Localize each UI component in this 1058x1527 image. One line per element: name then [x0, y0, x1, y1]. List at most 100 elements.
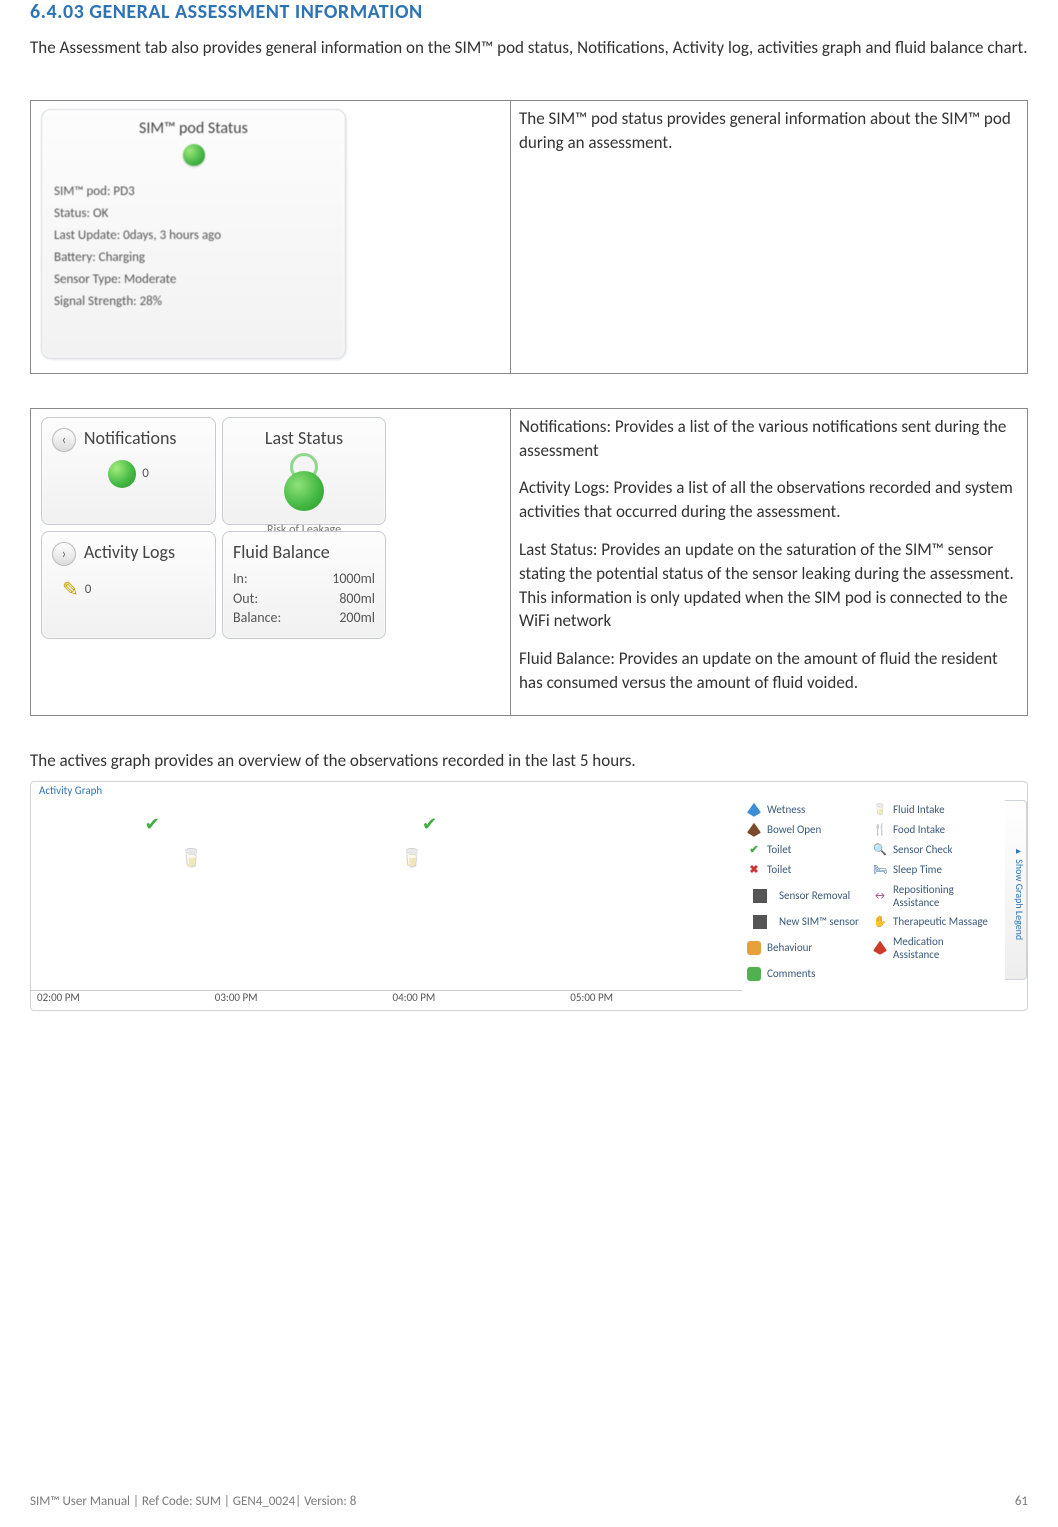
- status-description: The SIM™ pod status provides general inf…: [519, 107, 1019, 155]
- legend-item: 🔍 Sensor Check: [869, 840, 995, 860]
- last-status-tile[interactable]: Last Status Risk of Leakage: [222, 417, 386, 525]
- fluid-intake-cup-icon: 🥛: [180, 847, 202, 869]
- actives-graph-text: The actives graph provides an overview o…: [30, 750, 1028, 771]
- legend-label: Medication Assistance: [893, 935, 991, 961]
- status-indicator-icon: [183, 144, 205, 166]
- toilet-check-icon: ✔: [145, 813, 160, 835]
- legend-label: Wetness: [767, 803, 805, 816]
- chevron-left-icon[interactable]: ‹: [52, 428, 76, 452]
- fb-in-val: 1000ml: [332, 569, 375, 589]
- activity-graph-title[interactable]: Activity Graph: [39, 784, 102, 797]
- page-footer: SIM™ User Manual | Ref Code: SUM | GEN4_…: [30, 1494, 1028, 1509]
- repos-icon: ↔: [873, 889, 887, 903]
- legend-item: ✋Therapeutic Massage: [869, 912, 995, 932]
- toilet-check-icon: ✔: [422, 813, 437, 835]
- med-icon: [873, 941, 887, 955]
- sleep-icon: 🛏: [873, 863, 887, 877]
- show-graph-legend-tab[interactable]: ▸ Show Graph Legend: [1005, 800, 1027, 980]
- legend-item: 🍴 Food Intake: [869, 820, 995, 840]
- legend-item: Sensor Removal: [743, 880, 869, 912]
- tiles-info-table: ‹ Notifications 0 Last Status R: [30, 408, 1028, 716]
- activity-graph-area: ✔ 🥛 ✔ 🥛: [31, 802, 742, 990]
- activity-logs-count: 0: [85, 581, 92, 599]
- status-image-cell: SIM™ pod Status SIM™ pod: PD3 Status: OK…: [31, 100, 511, 373]
- fluid-balance-tile[interactable]: Fluid Balance In: 1000ml Out: 800ml Balanc…: [222, 531, 386, 639]
- drop-brown-icon: [747, 823, 761, 837]
- status-info-table: SIM™ pod Status SIM™ pod: PD3 Status: OK…: [30, 100, 1028, 374]
- last-status-label: Last Status: [233, 426, 375, 451]
- bar-icon: [753, 915, 767, 929]
- activity-graph-xaxis: 02:00 PM 03:00 PM 04:00 PM 05:00 PM: [31, 990, 742, 1008]
- pencil-icon: ✎: [62, 576, 79, 604]
- xaxis-tick: 02:00 PM: [31, 991, 209, 1008]
- legend-label: Food Intake: [893, 823, 945, 836]
- sensor-status-icon: [284, 453, 324, 511]
- fluid-balance-label: Fluid Balance: [233, 540, 375, 565]
- legend-item: ✖ Toilet: [743, 860, 869, 880]
- legend-label: Therapeutic Massage: [893, 915, 988, 928]
- notification-count: 0: [142, 465, 149, 483]
- chk-icon: ✔: [747, 843, 761, 857]
- legend-item: 🛏 Sleep Time: [869, 860, 995, 880]
- legend-item: ✔Toilet: [743, 840, 869, 860]
- fork-icon: 🍴: [873, 823, 887, 837]
- legend-item: Behaviour: [743, 932, 869, 964]
- beh-icon: [747, 941, 761, 955]
- srch-icon: 🔍: [873, 843, 887, 857]
- cupic-icon: 🥛: [873, 803, 887, 817]
- xaxis-tick: 04:00 PM: [387, 991, 565, 1008]
- legend-label: Toilet: [767, 863, 791, 876]
- legend-label: Sleep Time: [893, 863, 942, 876]
- legend-label: New SIM™ sensor: [779, 915, 859, 928]
- section-heading: 6.4.03 GENERAL ASSESSMENT INFORMATION: [30, 0, 1028, 24]
- activity-graph-panel: Activity Graph ✔ 🥛 ✔ 🥛 02:00 PM 03:00 PM…: [30, 781, 1028, 1011]
- legend-label: Fluid Intake: [893, 803, 945, 816]
- fb-bal-val: 200ml: [339, 608, 375, 628]
- activity-logs-tile[interactable]: › Activity Logs ✎ 0: [41, 531, 216, 639]
- status-signal-line: Signal Strength: 28%: [54, 291, 333, 313]
- fb-out-val: 800ml: [339, 589, 375, 609]
- status-description-cell: The SIM™ pod status provides general inf…: [511, 100, 1028, 373]
- notifications-tile[interactable]: ‹ Notifications 0: [41, 417, 216, 525]
- legend-label: Sensor Removal: [779, 889, 850, 902]
- status-ok-line: Status: OK: [54, 203, 333, 225]
- fluid-intake-cup-icon: 🥛: [401, 847, 423, 869]
- notifications-label: Notifications: [84, 427, 177, 449]
- intro-paragraph: The Assessment tab also provides general…: [30, 36, 1028, 60]
- cmt-icon: [747, 967, 761, 981]
- fb-out-label: Out:: [233, 589, 258, 609]
- legend-item: New SIM™ sensor: [743, 912, 869, 932]
- bar-icon: [753, 889, 767, 903]
- legend-label: Bowel Open: [767, 823, 821, 836]
- notification-status-icon: [108, 460, 136, 488]
- tiles-description-cell: Notifications: Provides a list of the va…: [511, 408, 1028, 715]
- tiles-desc-fluidbalance: Fluid Balance: Provides an update on the…: [519, 647, 1019, 695]
- status-lines: SIM™ pod: PD3 Status: OK Last Update: 0d…: [54, 181, 333, 314]
- legend-label: Repositioning Assistance: [893, 883, 991, 909]
- status-update-line: Last Update: 0days, 3 hours ago: [54, 225, 333, 247]
- status-panel-title: SIM™ pod Status: [54, 116, 333, 144]
- activity-logs-label: Activity Logs: [84, 541, 175, 563]
- legend-label: Behaviour: [767, 941, 812, 954]
- xaxis-tick: 03:00 PM: [209, 991, 387, 1008]
- tiles-desc-notifications: Notifications: Provides a list of the va…: [519, 415, 1019, 463]
- legend-label: Sensor Check: [893, 843, 953, 856]
- tiles-desc-laststatus: Last Status: Provides an update on the s…: [519, 538, 1019, 633]
- fb-bal-label: Balance:: [233, 608, 281, 628]
- drop-blue-icon: [747, 803, 761, 817]
- legend-item: Medication Assistance: [869, 932, 995, 964]
- status-pod-line: SIM™ pod: PD3: [54, 181, 333, 203]
- tiles-desc-activitylogs: Activity Logs: Provides a list of all th…: [519, 476, 1019, 524]
- chevron-right-icon[interactable]: ›: [52, 542, 76, 566]
- legend-item: Bowel Open: [743, 820, 869, 840]
- footer-text: SIM™ User Manual | Ref Code: SUM | GEN4_…: [30, 1494, 356, 1509]
- activity-graph-legend: Wetness 🥛 Fluid Intake Bowel Open 🍴 Food Inta…: [743, 800, 995, 1002]
- xaxis-tick: 05:00 PM: [564, 991, 742, 1008]
- xx-icon: ✖: [747, 863, 761, 877]
- tiles-image-cell: ‹ Notifications 0 Last Status R: [31, 408, 511, 715]
- fb-in-label: In:: [233, 569, 248, 589]
- legend-item: Comments: [743, 964, 869, 984]
- sim-pod-status-panel: SIM™ pod Status SIM™ pod: PD3 Status: OK…: [41, 109, 346, 359]
- legend-label: Comments: [767, 967, 815, 980]
- tiles-panel: ‹ Notifications 0 Last Status R: [41, 417, 386, 639]
